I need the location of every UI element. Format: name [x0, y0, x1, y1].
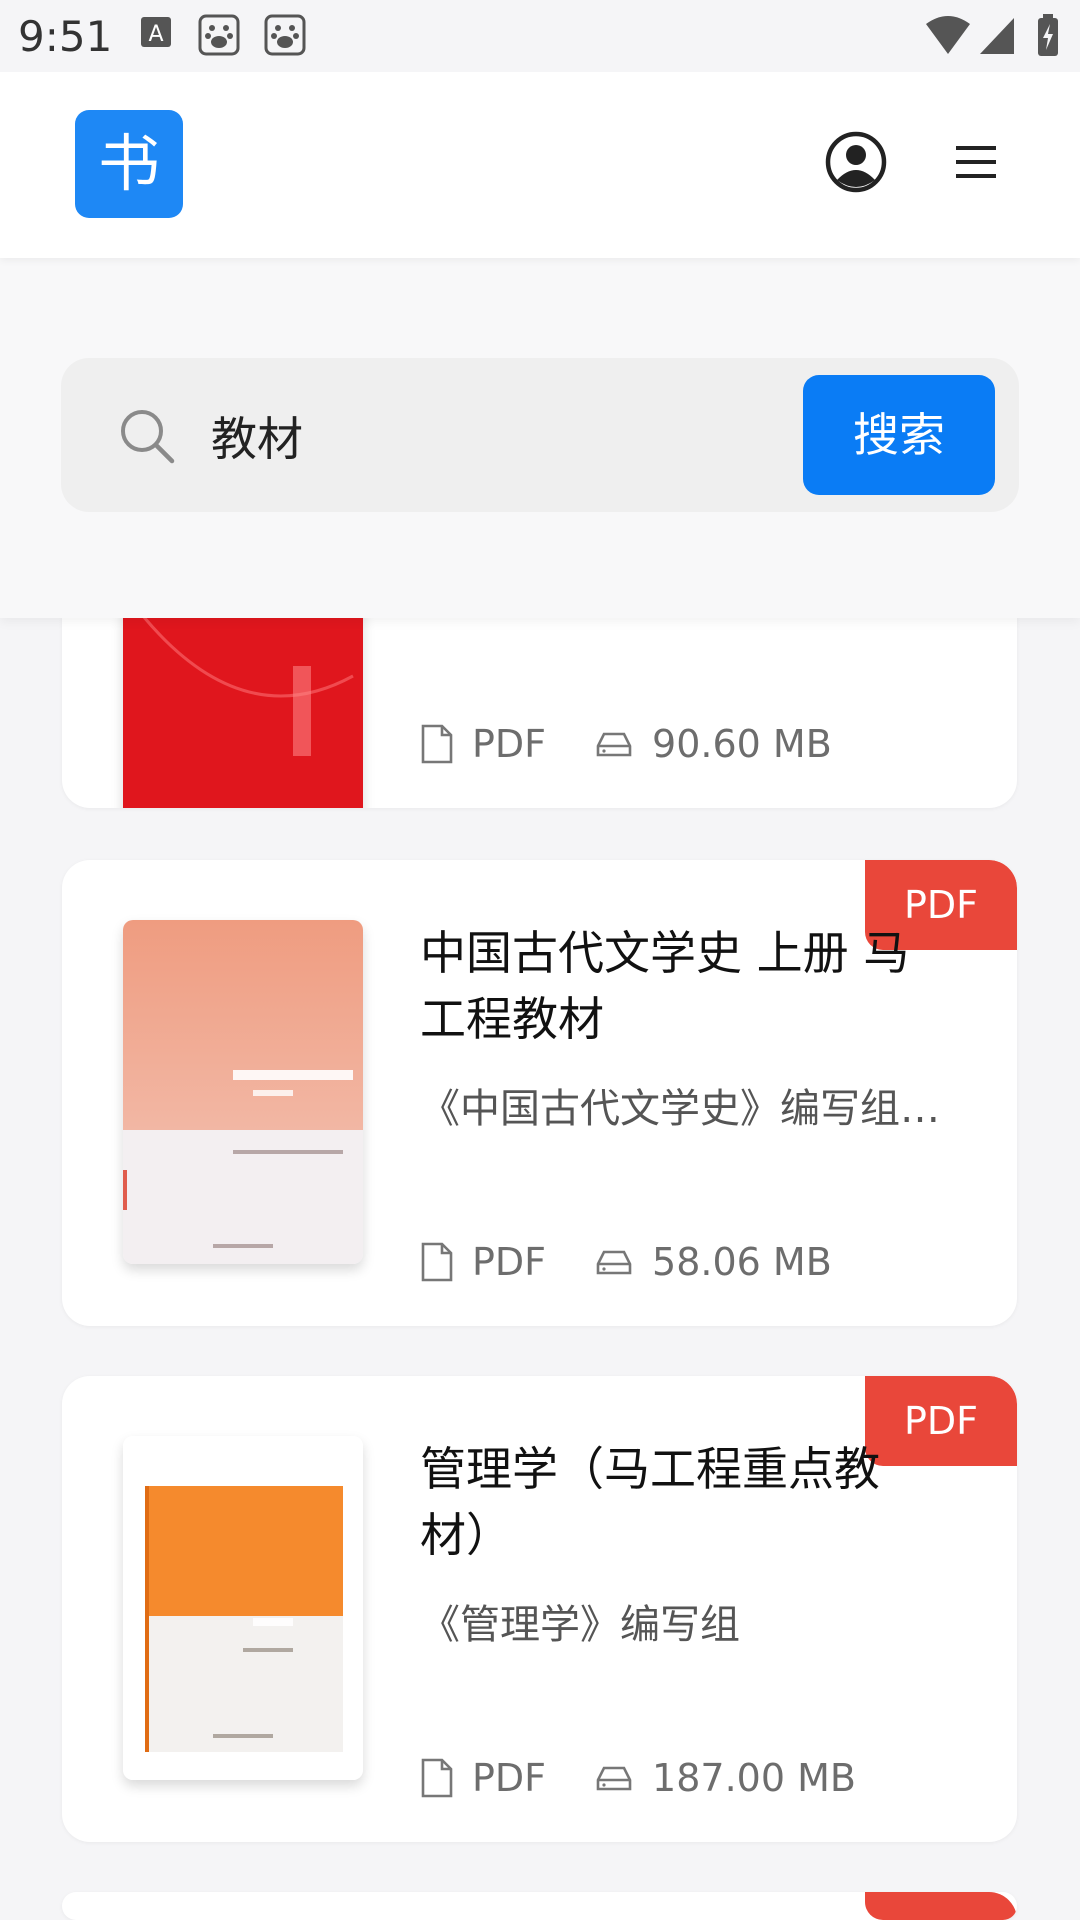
battery-charging-icon: [1038, 14, 1058, 56]
hard-drive-icon: [596, 1250, 632, 1275]
file-format: PDF: [472, 1756, 547, 1800]
search-icon: [121, 410, 175, 464]
baidu-notification-icon: [198, 14, 240, 56]
search-button[interactable]: 搜索: [803, 375, 995, 495]
book-meta: PDF 58.06 MB: [420, 1232, 832, 1292]
wifi-icon: [926, 16, 970, 54]
book-meta: PDF 90.60 MB: [420, 714, 832, 774]
result-card[interactable]: PDF 中国古代文学史 上册 马工程教材 《中国古代文学史》编写组… PDF 5…: [62, 860, 1017, 1326]
user-account-icon[interactable]: [824, 130, 888, 194]
status-time: 9:51: [18, 12, 113, 61]
status-bar: 9:51 A: [0, 0, 1080, 72]
book-author: 《管理学》编写组: [420, 1602, 740, 1648]
svg-text:A: A: [148, 22, 163, 47]
file-icon: [421, 1242, 453, 1282]
menu-icon[interactable]: [944, 130, 1008, 194]
cell-signal-icon: [980, 18, 1014, 54]
file-size: 187.00 MB: [652, 1756, 856, 1800]
baidu-notification-icon-2: [264, 14, 306, 56]
book-cover: [123, 1436, 363, 1780]
hard-drive-icon: [596, 732, 632, 757]
file-size: 90.60 MB: [652, 722, 832, 766]
result-card[interactable]: PDF 管理学（马工程重点教材） 《管理学》编写组 PDF 187.00 MB: [62, 1376, 1017, 1842]
format-badge: [865, 1892, 1017, 1920]
file-icon: [421, 1758, 453, 1798]
keyboard-notification-icon: A: [141, 17, 171, 47]
app-header: 书: [0, 72, 1080, 258]
search-box: 搜索: [61, 358, 1019, 512]
book-title: 中国古代文学史 上册 马工程教材: [420, 926, 910, 1046]
book-author: 《中国古代文学史》编写组…: [420, 1086, 940, 1132]
result-card[interactable]: [62, 1892, 1017, 1920]
file-size: 58.06 MB: [652, 1240, 832, 1284]
book-meta: PDF 187.00 MB: [420, 1748, 856, 1808]
book-title: 管理学（马工程重点教材）: [420, 1442, 880, 1562]
book-cover: [123, 920, 363, 1264]
file-format: PDF: [472, 1240, 547, 1284]
search-panel: 搜索: [0, 258, 1080, 618]
hard-drive-icon: [596, 1766, 632, 1791]
app-logo[interactable]: 书: [75, 110, 183, 218]
search-input[interactable]: [209, 398, 813, 474]
file-format: PDF: [472, 722, 547, 766]
file-icon: [421, 724, 453, 764]
